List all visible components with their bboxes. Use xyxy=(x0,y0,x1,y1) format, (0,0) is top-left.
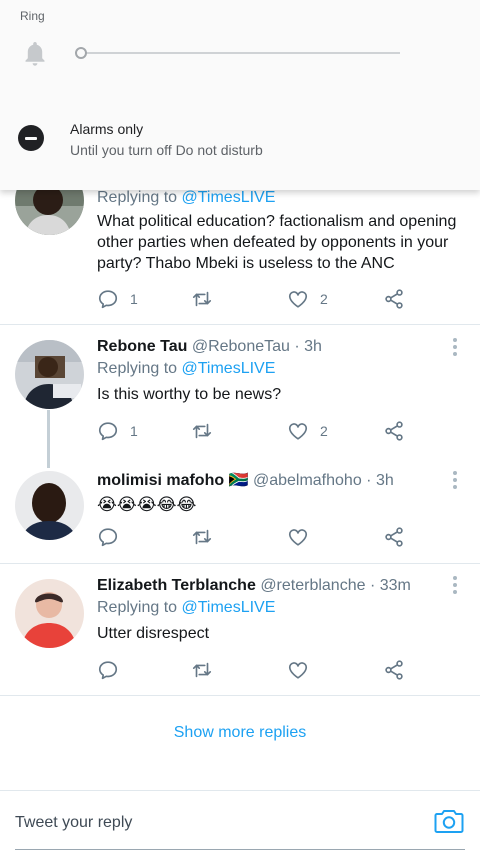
ring-volume-thumb[interactable] xyxy=(75,47,87,59)
reply-button[interactable] xyxy=(97,525,119,549)
like-count: 2 xyxy=(320,423,328,439)
share-icon xyxy=(385,289,403,309)
reply-button[interactable]: 1 xyxy=(97,287,138,311)
reply-icon xyxy=(98,661,118,680)
like-icon xyxy=(288,423,308,440)
user-handle[interactable]: @ReboneTau xyxy=(192,338,290,355)
volume-dnd-panel: Ring Alarms only Until you turn off Do n… xyxy=(0,0,480,190)
share-icon xyxy=(385,527,403,547)
user-handle[interactable]: @reterblanche xyxy=(260,577,365,594)
like-icon xyxy=(288,529,308,546)
display-name[interactable]: Elizabeth Terblanche xyxy=(97,577,256,594)
reply-button[interactable]: 1 xyxy=(97,419,138,443)
show-more-replies-button[interactable]: Show more replies xyxy=(0,724,480,742)
tweet-time: · 33m xyxy=(369,577,411,594)
reply-composer: Tweet your reply xyxy=(0,790,480,854)
replying-to: Replying to @TimesLIVE xyxy=(97,358,467,380)
reply-count: 1 xyxy=(130,423,138,439)
tweet-actions: 1 2 xyxy=(97,419,417,443)
more-icon[interactable] xyxy=(452,576,458,594)
share-button[interactable] xyxy=(383,419,405,443)
like-button[interactable]: 2 xyxy=(287,287,328,311)
like-count: 2 xyxy=(320,291,328,307)
tweet-actions xyxy=(97,525,417,549)
dnd-mode-subtitle: Until you turn off Do not disturb xyxy=(70,142,263,158)
share-icon xyxy=(385,660,403,680)
share-icon xyxy=(385,421,403,441)
reply-icon xyxy=(98,528,118,547)
tweet-header: molimisi mafoho 🇿🇦 @abelmafhoho · 3h xyxy=(97,471,467,491)
mention-link[interactable]: @TimesLIVE xyxy=(182,360,276,377)
camera-icon[interactable] xyxy=(434,807,464,835)
dnd-mode-title[interactable]: Alarms only xyxy=(70,121,143,137)
retweet-button[interactable] xyxy=(191,658,213,682)
like-icon xyxy=(288,662,308,679)
dnd-icon xyxy=(18,125,44,151)
tweet-text: Is this worthy to be news? xyxy=(97,386,282,403)
avatar[interactable] xyxy=(15,340,84,409)
retweet-button[interactable] xyxy=(191,419,213,443)
retweet-button[interactable] xyxy=(191,525,213,549)
tweet-text: Utter disrespect xyxy=(97,625,210,642)
retweet-icon xyxy=(192,423,212,439)
thread-connector xyxy=(47,410,50,468)
replying-to-label: Replying to xyxy=(97,189,182,206)
like-icon xyxy=(288,291,308,308)
like-button[interactable]: 2 xyxy=(287,419,328,443)
reply-count: 1 xyxy=(130,291,138,307)
retweet-icon xyxy=(192,529,212,545)
tweet-time: · 3h xyxy=(366,472,394,489)
replying-to-label: Replying to xyxy=(97,360,182,377)
divider xyxy=(0,695,480,696)
retweet-icon xyxy=(192,291,212,307)
bell-icon[interactable] xyxy=(22,40,48,68)
mention-link[interactable]: @TimesLIVE xyxy=(182,189,276,206)
user-handle[interactable]: @abelmafhoho xyxy=(253,472,362,489)
reply-icon xyxy=(98,290,118,309)
tweet-actions xyxy=(97,658,417,682)
like-button[interactable] xyxy=(287,525,309,549)
input-underline xyxy=(15,849,465,850)
tweet-header: Elizabeth Terblanche @reterblanche · 33m xyxy=(97,576,467,596)
tweet-actions: 1 2 xyxy=(97,287,417,311)
retweet-button[interactable] xyxy=(191,287,213,311)
display-name[interactable]: Rebone Tau xyxy=(97,338,187,355)
divider xyxy=(0,563,480,564)
like-button[interactable] xyxy=(287,658,309,682)
avatar[interactable] xyxy=(15,471,84,540)
more-icon[interactable] xyxy=(452,471,458,489)
ring-label: Ring xyxy=(20,9,45,23)
mention-link[interactable]: @TimesLIVE xyxy=(182,599,276,616)
avatar[interactable] xyxy=(15,579,84,648)
share-button[interactable] xyxy=(383,287,405,311)
ring-volume-slider[interactable] xyxy=(80,52,400,54)
tweet-text: 😭😭😭😂😂 xyxy=(97,495,197,514)
share-button[interactable] xyxy=(383,525,405,549)
tweet-text: What political education? factionalism a… xyxy=(97,213,457,272)
replying-to: Replying to @TimesLIVE xyxy=(97,597,467,619)
divider xyxy=(0,324,480,325)
reply-button[interactable] xyxy=(97,658,119,682)
share-button[interactable] xyxy=(383,658,405,682)
reply-input[interactable]: Tweet your reply xyxy=(15,814,132,832)
retweet-icon xyxy=(192,662,212,678)
tweet-header: Rebone Tau @ReboneTau · 3h xyxy=(97,337,467,357)
replying-to-label: Replying to xyxy=(97,599,182,616)
replying-to: Replying to @TimesLIVE xyxy=(97,187,467,209)
display-name[interactable]: molimisi mafoho 🇿🇦 xyxy=(97,472,249,489)
reply-icon xyxy=(98,422,118,441)
tweet-time: · 3h xyxy=(294,338,322,355)
more-icon[interactable] xyxy=(452,338,458,356)
